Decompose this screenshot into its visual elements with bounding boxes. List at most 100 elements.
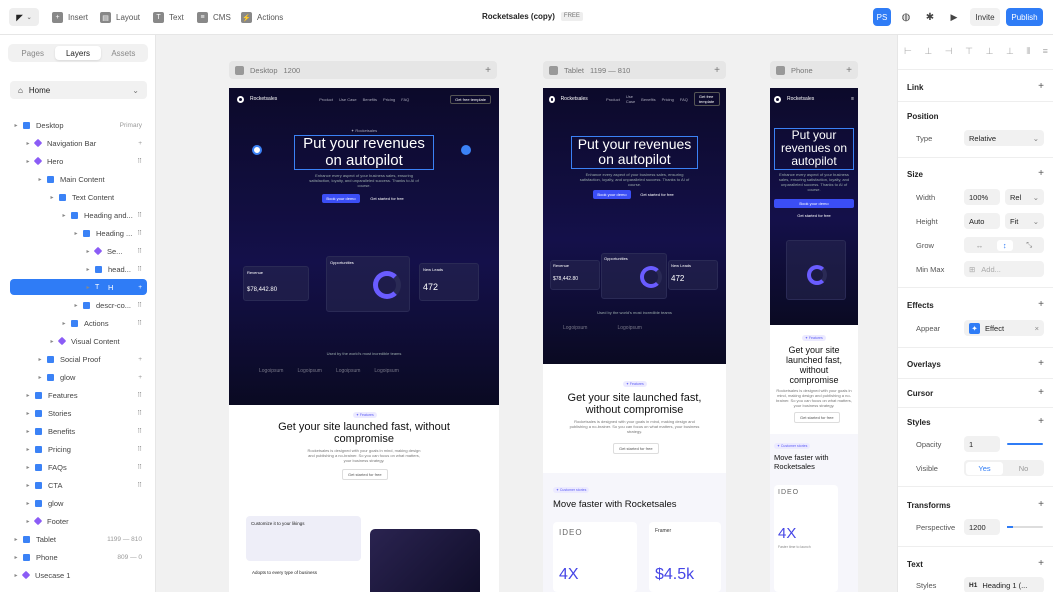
visible-toggle[interactable]: Yes No — [964, 460, 1044, 476]
layer-row[interactable]: ▸ Stories ⠿ — [10, 405, 147, 421]
desktop-frame[interactable]: Rocketsales Product Use Case Benefits Pricin… — [229, 88, 499, 592]
expand-icon[interactable]: ▸ — [24, 158, 32, 165]
min-max-input[interactable]: ⊞ Add... — [964, 261, 1044, 277]
layer-row[interactable]: ▸ glow — [10, 495, 147, 511]
opacity-slider[interactable] — [1007, 443, 1043, 445]
grow-fill-icon[interactable]: ⤡ — [1026, 240, 1032, 250]
grow-horizontal-icon[interactable]: ↔ — [976, 241, 984, 250]
perspective-input[interactable]: 1200 — [964, 519, 1000, 535]
plus-icon[interactable]: + — [485, 65, 491, 76]
layer-row[interactable]: ▸ head... ⠿ — [10, 261, 147, 277]
avatar[interactable]: PS — [873, 8, 891, 26]
grow-toggle[interactable]: ↔ ↕ ⤡ — [964, 237, 1044, 253]
layout-button[interactable]: ▤ Layout — [100, 10, 140, 25]
expand-icon[interactable]: ▸ — [60, 320, 68, 327]
expand-icon[interactable]: ▸ — [24, 446, 32, 453]
layer-row[interactable]: ▸ Benefits ⠿ — [10, 423, 147, 439]
expand-icon[interactable]: ▸ — [24, 410, 32, 417]
cms-button[interactable]: ≡ CMS — [197, 10, 231, 25]
hamburger-icon[interactable]: ≡ — [851, 96, 854, 102]
expand-icon[interactable]: ▸ — [24, 500, 32, 507]
align-bottom-icon[interactable]: ⊥ — [1006, 46, 1014, 58]
expand-icon[interactable]: ▸ — [36, 356, 44, 363]
expand-icon[interactable]: ▸ — [12, 122, 20, 129]
layer-row[interactable]: ▸ Se... ⠿ — [10, 243, 147, 259]
layer-row[interactable]: ▸ Main Content — [10, 171, 147, 187]
layer-row[interactable]: ▸ Navigation Bar + — [10, 135, 147, 151]
expand-icon[interactable]: ▸ — [24, 482, 32, 489]
expand-icon[interactable]: ▸ — [24, 518, 32, 525]
insert-button[interactable]: + Insert — [52, 10, 88, 25]
layer-row[interactable]: ▸ glow + — [10, 369, 147, 385]
tab-assets[interactable]: Assets — [101, 46, 146, 60]
expand-icon[interactable]: ▸ — [24, 428, 32, 435]
tab-layers[interactable]: Layers — [55, 46, 101, 60]
expand-icon[interactable]: ▸ — [48, 338, 56, 345]
expand-icon[interactable]: ▸ — [84, 248, 92, 255]
tab-pages[interactable]: Pages — [10, 46, 55, 60]
layer-row[interactable]: ▸ Desktop Primary — [10, 117, 147, 133]
appear-effect-field[interactable]: ✦ Effect × — [964, 320, 1044, 336]
text-style-select[interactable]: H1 Heading 1 (... — [964, 577, 1044, 592]
expand-icon[interactable]: ▸ — [24, 140, 32, 147]
text-button[interactable]: T Text — [153, 10, 184, 25]
layer-row[interactable]: ▸ FAQs ⠿ — [10, 459, 147, 475]
framer-menu-button[interactable]: ◤ ⌄ — [9, 8, 39, 26]
play-icon[interactable]: ▶ — [946, 8, 962, 26]
height-unit-select[interactable]: Fit ⌄ — [1005, 213, 1044, 229]
expand-icon[interactable]: ▸ — [36, 374, 44, 381]
globe-icon[interactable]: ◍ — [898, 8, 914, 26]
tablet-frame[interactable]: Rocketsales Product Use Case Benefits Pricin… — [543, 88, 726, 592]
add-effect-button[interactable]: + — [1038, 299, 1044, 310]
add-cursor-button[interactable]: + — [1038, 387, 1044, 398]
align-left-icon[interactable]: ⊢ — [904, 46, 912, 58]
add-size-button[interactable]: + — [1038, 168, 1044, 179]
layer-row[interactable]: ▸ Hero ⠿ — [10, 153, 147, 169]
visible-yes[interactable]: Yes — [966, 461, 1003, 475]
desktop-frame-header[interactable]: Desktop 1200 + — [229, 61, 497, 79]
layer-row[interactable]: ▸ CTA ⠿ — [10, 477, 147, 493]
layer-row[interactable]: ▸ Heading ... ⠿ — [10, 225, 147, 241]
selection-handle-left[interactable] — [252, 145, 262, 155]
features-heading[interactable]: Get your site launched fast, without com… — [229, 421, 499, 445]
expand-icon[interactable]: ▸ — [24, 464, 32, 471]
expand-icon[interactable]: ▸ — [48, 194, 56, 201]
layer-row[interactable]: ▸ Actions ⠿ — [10, 315, 147, 331]
expand-icon[interactable]: ▸ — [84, 284, 92, 291]
add-transform-button[interactable]: + — [1038, 499, 1044, 510]
distribute-h-icon[interactable]: ⫴ — [1026, 46, 1030, 58]
perspective-slider[interactable] — [1007, 526, 1043, 528]
layer-row[interactable]: ▸ T H + — [10, 279, 147, 295]
visible-no[interactable]: No — [1005, 464, 1042, 473]
layer-row[interactable]: ▸ Tablet 1199 — 810 — [10, 531, 147, 547]
layer-row[interactable]: ▸ Phone 809 — 0 — [10, 549, 147, 565]
position-type-select[interactable]: Relative ⌄ — [964, 130, 1044, 146]
layer-row[interactable]: ▸ Usecase 1 — [10, 567, 147, 583]
layer-row[interactable]: ▸ Social Proof + — [10, 351, 147, 367]
layer-row[interactable]: ▸ Footer — [10, 513, 147, 529]
layer-row[interactable]: ▸ Features ⠿ — [10, 387, 147, 403]
layer-row[interactable]: ▸ descr-co... ⠿ — [10, 297, 147, 313]
expand-icon[interactable]: ▸ — [72, 302, 80, 309]
align-right-icon[interactable]: ⊣ — [945, 46, 953, 58]
expand-icon[interactable]: ▸ — [12, 572, 20, 579]
gear-icon[interactable]: ✱ — [922, 8, 938, 26]
layer-row[interactable]: ▸ Visual Content — [10, 333, 147, 349]
publish-button[interactable]: Publish — [1006, 8, 1043, 26]
phone-frame-header[interactable]: Phone + — [770, 61, 858, 79]
expand-icon[interactable]: ▸ — [36, 176, 44, 183]
add-link-button[interactable]: + — [1038, 81, 1044, 92]
expand-icon[interactable]: ▸ — [12, 554, 20, 561]
width-input[interactable]: 100% — [964, 189, 1000, 205]
selection-handle-right[interactable] — [461, 145, 471, 155]
grow-vertical-icon[interactable]: ↕ — [996, 239, 1013, 251]
hero-heading[interactable]: Put your revenues on autopilot — [294, 135, 434, 170]
height-input[interactable]: Auto — [964, 213, 1000, 229]
align-top-icon[interactable]: ⊤ — [965, 46, 973, 58]
layer-row[interactable]: ▸ Heading and... ⠿ — [10, 207, 147, 223]
layer-row[interactable]: ▸ Pricing ⠿ — [10, 441, 147, 457]
plus-icon[interactable]: + — [846, 65, 852, 76]
align-middle-icon[interactable]: ⊥ — [986, 46, 994, 58]
width-unit-select[interactable]: Rel ⌄ — [1005, 189, 1044, 205]
expand-icon[interactable]: ▸ — [84, 266, 92, 273]
